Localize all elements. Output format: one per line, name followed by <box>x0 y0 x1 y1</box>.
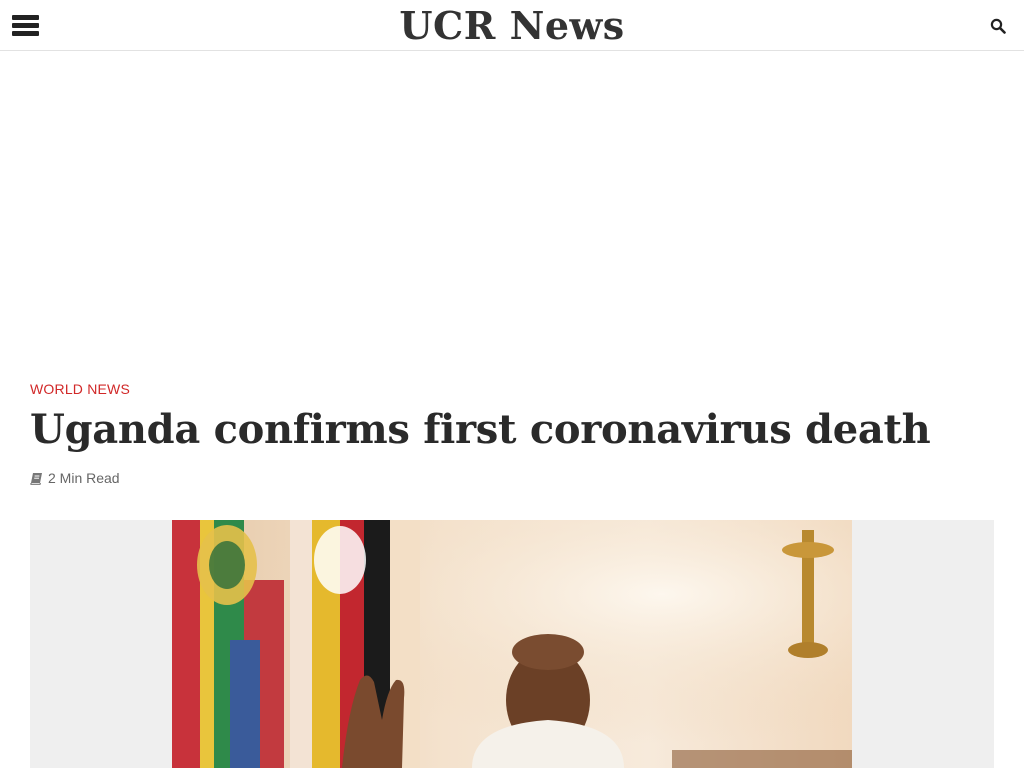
menu-line <box>12 15 39 20</box>
menu-line <box>12 31 39 36</box>
category-link[interactable]: WORLD NEWS <box>30 381 130 397</box>
search-icon[interactable] <box>990 18 1006 34</box>
featured-image-container <box>30 520 994 768</box>
featured-photo[interactable] <box>172 520 852 768</box>
article-title: Uganda confirms first coronavirus death <box>30 406 931 453</box>
read-time: 2 Min Read <box>48 470 120 486</box>
advertisement-slot <box>0 51 1024 371</box>
article-meta: 2 Min Read <box>30 469 120 487</box>
menu-line <box>12 23 39 28</box>
book-icon <box>30 472 43 485</box>
site-logo[interactable]: UCR News <box>399 3 624 48</box>
hamburger-menu-icon[interactable] <box>12 14 39 38</box>
featured-photo-art <box>172 520 852 768</box>
site-logo-wrap: UCR News <box>0 0 1024 51</box>
search-glyph <box>990 18 1006 34</box>
top-bar: UCR News <box>0 0 1024 51</box>
